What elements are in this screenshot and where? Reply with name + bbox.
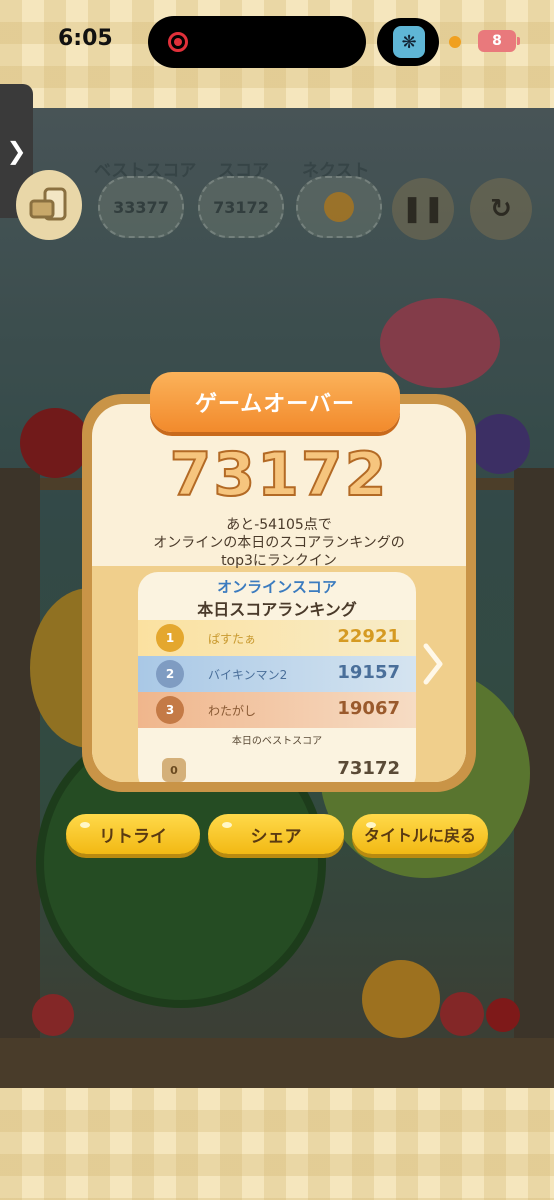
ranking-header-online: オンラインスコア — [217, 578, 337, 596]
ranking-name: バイキンマン2 — [208, 668, 288, 682]
battery-indicator: 8 — [478, 30, 520, 52]
next-fruit-icon — [324, 192, 354, 222]
privacy-indicator — [449, 36, 461, 48]
crown-icon: 3 — [156, 696, 184, 724]
butterfly-icon: ❋ — [393, 26, 425, 58]
score-value: 73172 — [198, 176, 284, 238]
ranking-score: 22921 — [337, 626, 400, 647]
status-time: 6:05 — [58, 26, 113, 51]
restart-button[interactable]: ↻ — [470, 178, 532, 240]
next-fruit — [296, 176, 382, 238]
battery-level: 8 — [492, 33, 502, 49]
best-today-score: 73172 — [337, 758, 400, 779]
retry-button[interactable]: リトライ — [66, 814, 200, 854]
devices-icon — [29, 187, 67, 221]
best-today-label: 本日のベストスコア — [231, 736, 323, 747]
app-bubble[interactable]: ❋ — [377, 18, 439, 66]
dynamic-island — [148, 16, 366, 68]
crown-icon: 2 — [156, 660, 184, 688]
ranking-row-1: 1 ぱすたぁ 22921 — [138, 620, 416, 656]
final-score: 73172 — [169, 439, 389, 511]
ranking-score: 19157 — [337, 662, 400, 683]
ranking-name: ぱすたぁ — [208, 632, 257, 646]
ranking-card: オンラインスコア 本日スコアランキング 1 ぱすたぁ 22921 2 バイキンマ… — [138, 572, 416, 782]
ranking-message-line1: オンラインの本日のスコアランキングの — [153, 535, 405, 551]
crown-icon: 1 — [156, 624, 184, 652]
pause-button[interactable]: ❚❚ — [392, 178, 454, 240]
device-mode-button[interactable] — [16, 170, 82, 240]
chevron-right-icon — [423, 643, 443, 685]
back-to-title-button[interactable]: タイトルに戻る — [352, 814, 488, 854]
recording-icon — [168, 32, 188, 52]
rank-hex-icon: 0 — [162, 758, 186, 782]
game-over-title: ゲームオーバー — [150, 372, 400, 432]
pause-icon: ❚❚ — [401, 194, 445, 224]
chevron-right-icon: ❯ — [6, 137, 27, 165]
ranking-row-3: 3 わたがし 19067 — [138, 692, 416, 728]
ranking-score: 19067 — [337, 698, 400, 719]
dialog-body: 73172 あと-54105点で オンラインの本日のスコアランキングの top3… — [92, 404, 466, 782]
ranking-message-line2: top3にランクイン — [221, 553, 337, 569]
best-today-row: 0 73172 — [138, 750, 416, 782]
next-page-arrow[interactable] — [422, 642, 444, 686]
best-score-value: 33377 — [98, 176, 184, 238]
game-over-dialog: 73172 あと-54105点で オンラインの本日のスコアランキングの top3… — [82, 394, 476, 792]
bottom-pattern — [0, 1088, 554, 1200]
ranking-header-today: 本日スコアランキング — [197, 600, 357, 619]
remaining-points: あと-54105点で — [226, 517, 332, 533]
restart-icon: ↻ — [490, 194, 512, 224]
ranking-name: わたがし — [208, 704, 257, 718]
ranking-row-2: 2 バイキンマン2 19157 — [138, 656, 416, 692]
share-button[interactable]: シェア — [208, 814, 344, 854]
